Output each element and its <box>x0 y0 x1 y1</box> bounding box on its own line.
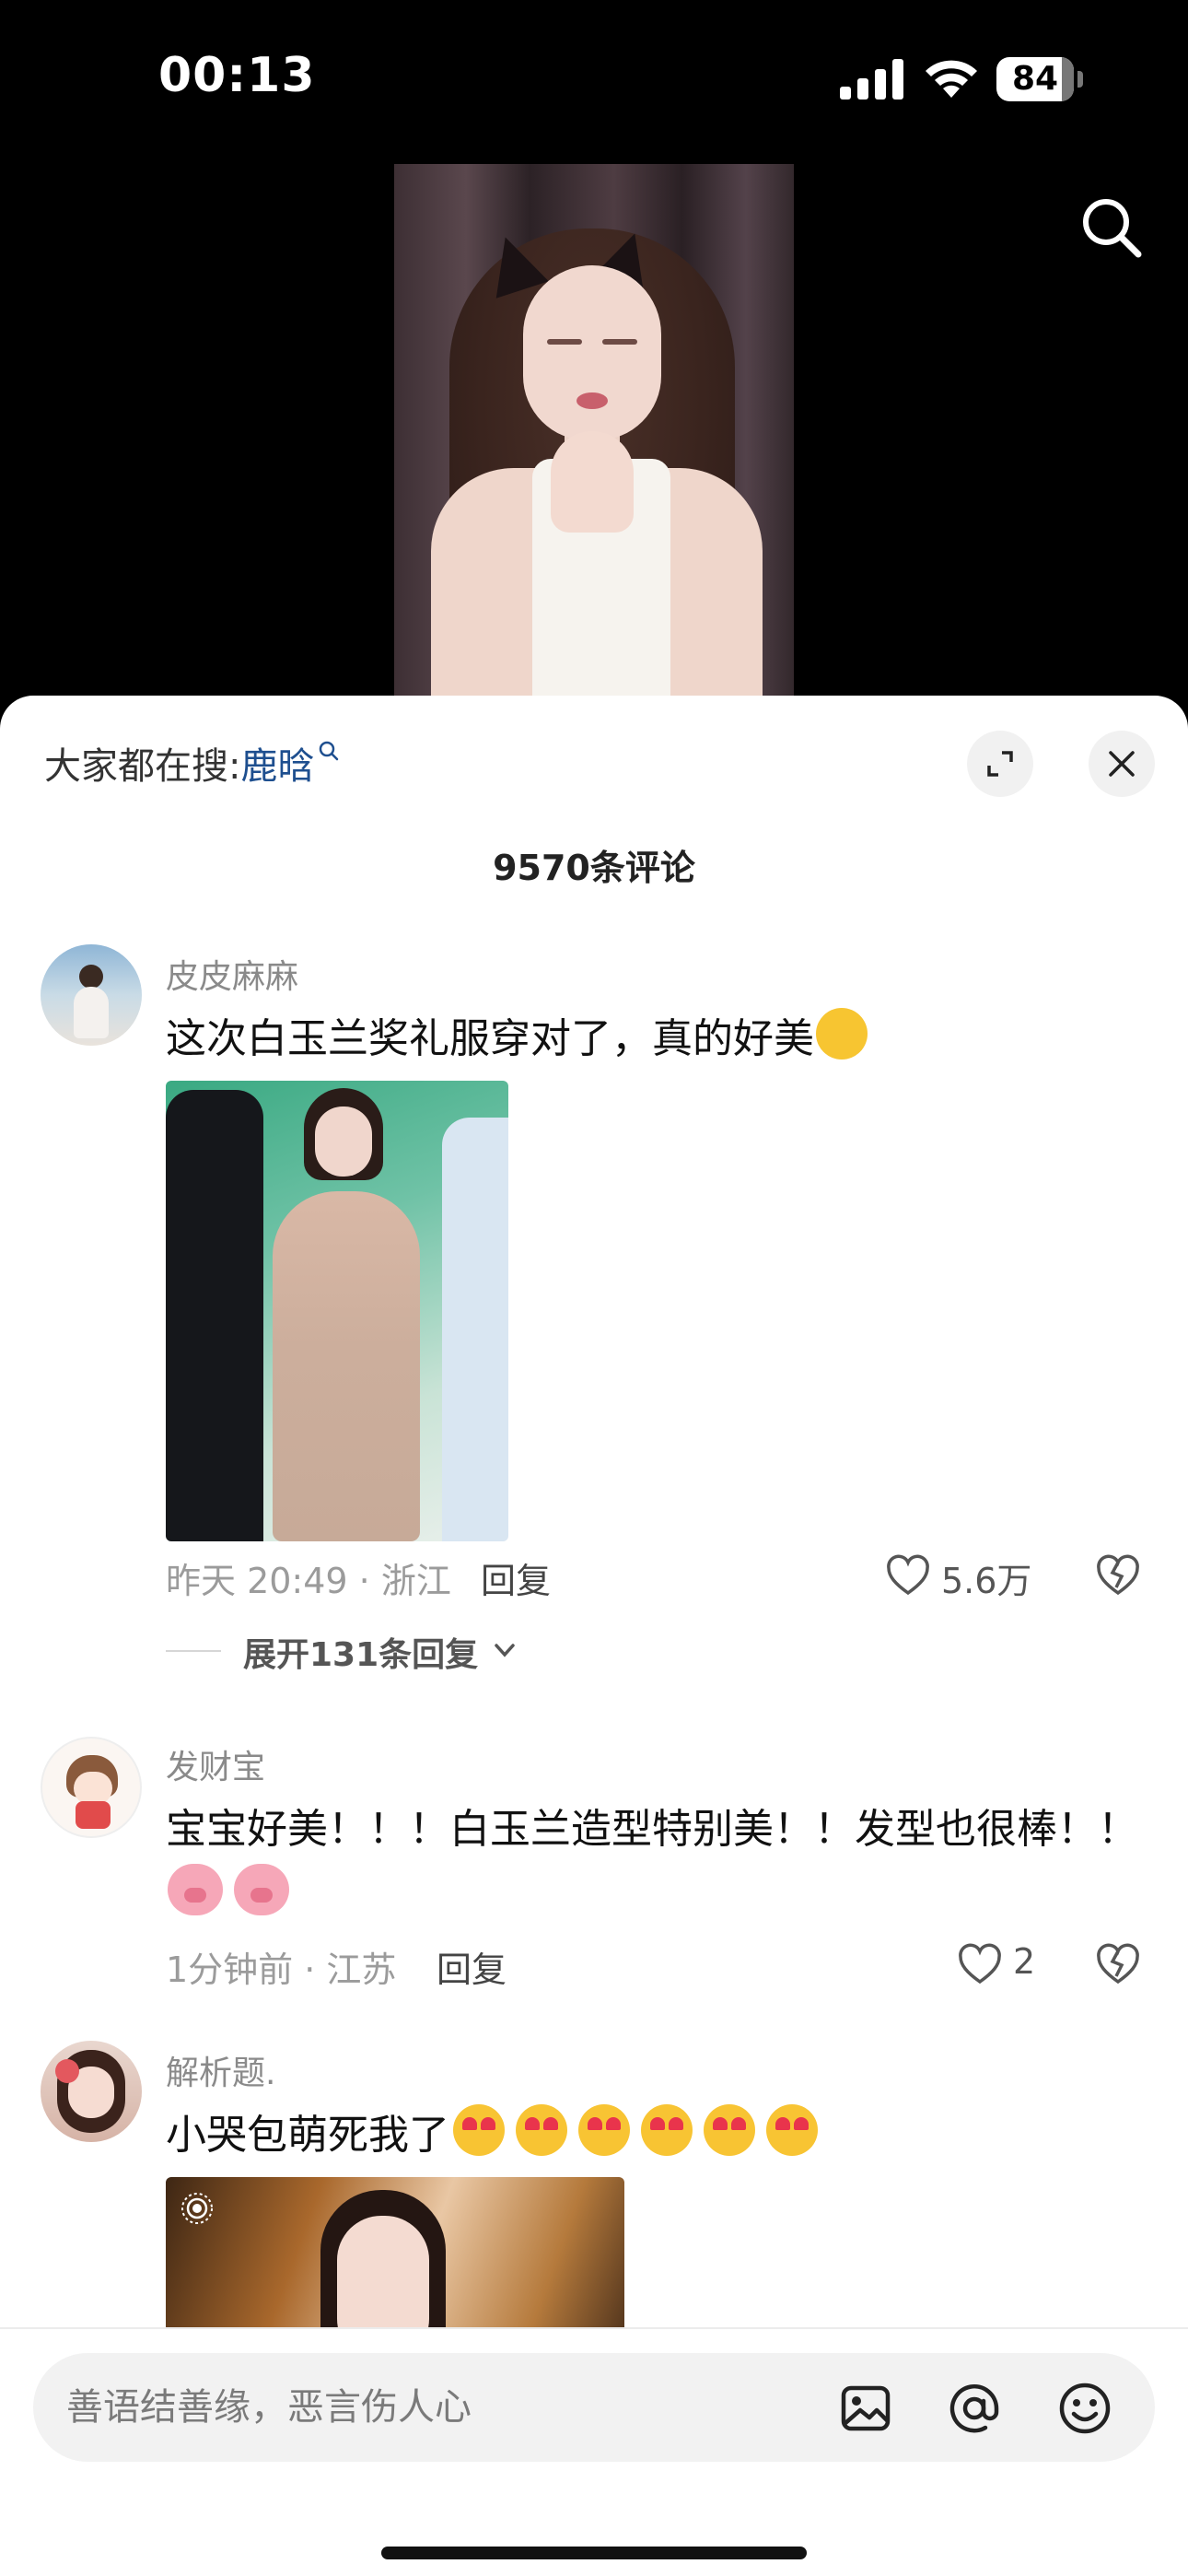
thinking-face-emoji <box>816 1008 868 1060</box>
heart-eyes-emoji <box>766 2104 818 2156</box>
expand-icon <box>987 751 1013 777</box>
search-icon[interactable] <box>1077 193 1146 262</box>
comment-time-location: 1分钟前 · 江苏 <box>166 1950 397 1990</box>
comment-emoji-row <box>166 1864 298 1915</box>
comment-count: 9570条评论 <box>493 848 695 888</box>
comment-input-container[interactable] <box>33 2353 1155 2462</box>
heart-eyes-emoji <box>578 2104 630 2156</box>
broken-heart-icon[interactable] <box>1096 1554 1140 1597</box>
comment-username[interactable]: 发财宝 <box>166 1740 265 1788</box>
cellular-signal-icon <box>840 59 903 100</box>
battery-level: 84 <box>1011 60 1059 98</box>
avatar[interactable] <box>41 944 142 1046</box>
comment-input-bar <box>0 2327 1188 2576</box>
heart-eyes-emoji <box>453 2104 505 2156</box>
avatar[interactable] <box>41 1737 142 1838</box>
expand-button[interactable] <box>967 731 1033 797</box>
like-count: 5.6万 <box>941 1561 1032 1601</box>
home-indicator[interactable] <box>381 2547 807 2559</box>
comment-text: 这次白玉兰奖礼服穿对了，真的好美 <box>166 1005 868 1064</box>
comment-body: 小哭包萌死我了 <box>166 2112 449 2159</box>
video-player[interactable] <box>394 164 794 708</box>
reply-button[interactable]: 回复 <box>481 1552 551 1603</box>
trending-search[interactable]: 大家都在搜:鹿晗 <box>44 736 340 790</box>
comment-username[interactable]: 解析题. <box>166 2046 275 2094</box>
emoji-icon[interactable] <box>1057 2381 1112 2436</box>
comment-sheet: 大家都在搜:鹿晗 9570条评论 皮皮麻麻 这次白玉兰奖礼服穿对了，真的好美 昨… <box>0 696 1188 2576</box>
broken-heart-icon[interactable] <box>1096 1943 1140 1985</box>
expand-replies-button[interactable]: 展开131条回复 <box>166 1628 589 1674</box>
avatar[interactable] <box>41 2041 142 2142</box>
pig-face-emoji <box>234 1864 289 1915</box>
comment-body: 宝宝好美！！！白玉兰造型特别美！！发型也很棒！！ <box>166 1806 1138 1853</box>
wifi-icon <box>926 60 977 98</box>
comment-text: 小哭包萌死我了 <box>166 2102 827 2160</box>
heart-eyes-emoji <box>641 2104 693 2156</box>
trending-search-icon <box>320 741 339 761</box>
comment-time-location: 昨天 20:49 · 浙江 <box>166 1561 451 1601</box>
pig-face-emoji <box>168 1864 223 1915</box>
chevron-down-icon <box>495 1644 515 1657</box>
heart-eyes-emoji <box>516 2104 567 2156</box>
comment-username[interactable]: 皮皮麻麻 <box>166 950 298 998</box>
close-button[interactable] <box>1089 731 1155 797</box>
heart-icon <box>959 1943 1001 1985</box>
comment-input[interactable] <box>66 2353 803 2462</box>
trending-prefix: 大家都在搜: <box>44 745 241 788</box>
reply-button[interactable]: 回复 <box>437 1941 507 1992</box>
trending-term-link[interactable]: 鹿晗 <box>240 745 314 788</box>
heart-eyes-emoji <box>704 2104 755 2156</box>
comment-photo[interactable] <box>166 1081 508 1541</box>
battery-indicator: 84 <box>996 57 1085 101</box>
close-icon <box>1109 751 1135 777</box>
image-icon[interactable] <box>838 2381 893 2436</box>
status-time: 00:13 <box>158 48 316 103</box>
heart-icon <box>887 1554 929 1596</box>
mention-icon[interactable] <box>947 2381 1002 2436</box>
expand-replies-label: 展开131条回复 <box>243 1636 479 1674</box>
live-photo-icon <box>181 2193 213 2224</box>
status-bar: 00:13 84 <box>0 0 1188 157</box>
comment-body: 这次白玉兰奖礼服穿对了，真的好美 <box>166 1015 814 1062</box>
like-count: 2 <box>1013 1941 1036 1982</box>
